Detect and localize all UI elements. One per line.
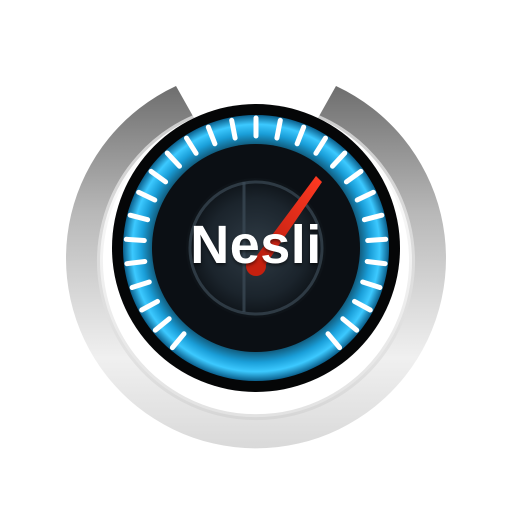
dial-tick (229, 117, 238, 141)
dial-tick (365, 236, 389, 243)
dial-tick (123, 236, 147, 243)
dial-tick (274, 117, 283, 141)
dial-tick (364, 259, 388, 267)
dial-tick (124, 259, 148, 267)
app-icon[interactable]: Nesli (0, 0, 512, 512)
speedometer-gauge-icon (66, 86, 447, 449)
